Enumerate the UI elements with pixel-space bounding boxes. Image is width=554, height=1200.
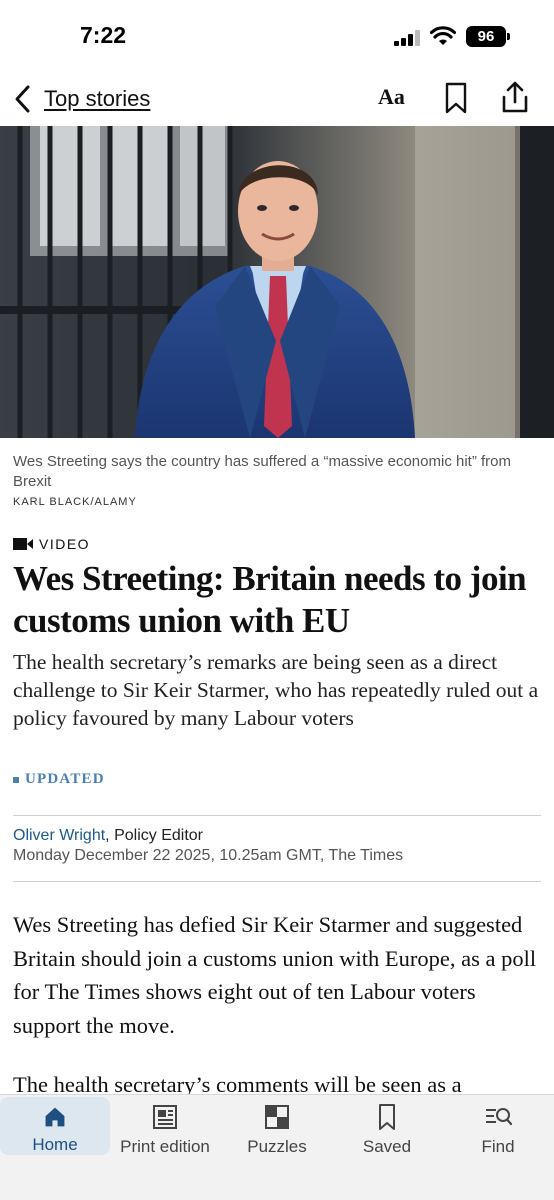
media-tag-label: VIDEO: [39, 536, 91, 552]
updated-label: UPDATED: [25, 771, 105, 787]
video-camera-icon: [13, 538, 33, 550]
body-paragraph: The health secretary’s comments will be …: [13, 1072, 462, 1094]
article-dateline: Monday December 22 2025, 10.25am GMT, Th…: [13, 847, 404, 864]
text-size-button[interactable]: Aa: [378, 84, 405, 110]
puzzle-grid-icon: [265, 1105, 289, 1129]
author-link[interactable]: Oliver Wright: [13, 827, 105, 844]
cellular-signal-icon: [394, 30, 420, 46]
tab-label: Saved: [362, 1137, 412, 1156]
photo-caption: Wes Streeting says the country has suffe…: [13, 453, 511, 490]
divider: [13, 815, 541, 816]
body-paragraph: Wes Streeting has defied Sir Keir Starme…: [13, 912, 537, 1038]
tab-label: Home: [32, 1135, 78, 1154]
bookmark-icon[interactable]: [444, 82, 468, 114]
byline: Oliver Wright, Policy Editor: [13, 826, 203, 846]
updated-badge: UPDATED: [13, 771, 105, 788]
bookmark-icon: [379, 1104, 395, 1130]
newspaper-icon: [153, 1105, 177, 1129]
divider: [13, 881, 541, 882]
tab-saved[interactable]: Saved: [332, 1095, 442, 1159]
article-nav-bar: Top stories Aa: [0, 72, 554, 126]
tab-puzzles[interactable]: Puzzles: [222, 1095, 332, 1159]
article-hero-photo[interactable]: [0, 126, 554, 438]
photo-credit: KARL BLACK/ALAMY: [13, 496, 137, 508]
home-icon: [45, 1107, 65, 1127]
chevron-left-icon: [15, 85, 30, 113]
battery-level: 96: [466, 26, 506, 47]
tab-print-edition[interactable]: Print edition: [110, 1095, 220, 1159]
article-headline: Wes Streeting: Britain needs to join cus…: [13, 559, 527, 640]
video-tag: VIDEO: [13, 536, 90, 552]
bottom-tab-bar: Home Print edition Puzzles Saved Find: [0, 1094, 554, 1200]
status-time: 7:22: [80, 22, 127, 48]
back-to-top-stories-button[interactable]: Top stories: [12, 82, 150, 116]
status-bar: 7:22 96: [0, 0, 554, 72]
search-list-icon: [486, 1108, 512, 1126]
portrait-photo-illustration: [0, 126, 554, 438]
tab-label: Print edition: [120, 1137, 210, 1156]
updated-marker-icon: [13, 776, 19, 783]
article-standfirst: The health secretary’s remarks are being…: [13, 650, 539, 730]
author-role: , Policy Editor: [105, 827, 203, 844]
tab-label: Find: [481, 1137, 515, 1156]
wifi-icon: [430, 26, 456, 45]
back-label: Top stories: [44, 86, 151, 111]
tab-find[interactable]: Find: [443, 1095, 553, 1159]
tab-home[interactable]: Home: [0, 1097, 110, 1155]
share-icon[interactable]: [500, 80, 530, 114]
battery-nub: [507, 33, 510, 40]
tab-label: Puzzles: [247, 1137, 307, 1156]
